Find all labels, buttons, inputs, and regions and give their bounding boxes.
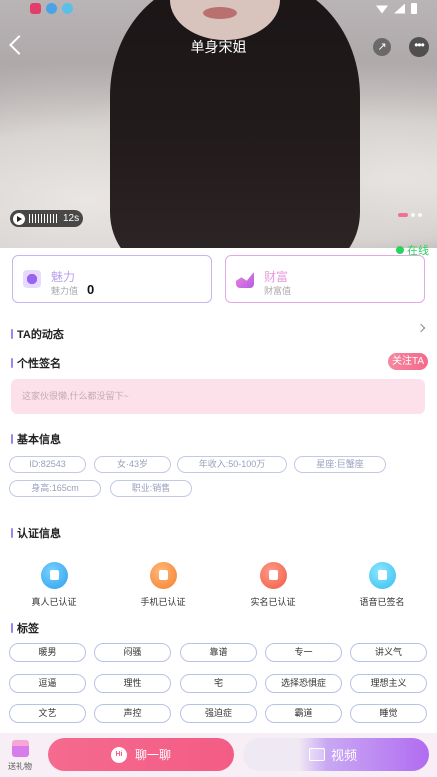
waveform-icon — [29, 214, 59, 223]
app-notification-icon — [46, 3, 57, 14]
wealth-subtitle: 财富值 — [264, 286, 292, 296]
moments-row[interactable]: TA的动态 — [11, 326, 64, 342]
voice-intro-button[interactable]: 12s — [10, 210, 83, 227]
more-icon[interactable]: ••• — [409, 37, 429, 57]
trend-chart-icon — [236, 271, 254, 288]
charm-subtitle: 魅力值 — [51, 286, 79, 296]
tag-chip: 讲义气 — [350, 643, 427, 662]
tag-chip: 逗逼 — [9, 674, 86, 693]
wealth-card[interactable]: 财富 财富值 — [225, 255, 425, 303]
gift-label[interactable]: 送礼物 — [8, 761, 32, 772]
tag-chip: 靠谱 — [180, 643, 257, 662]
info-pill: 职业:销售 — [110, 480, 192, 497]
online-dot-icon — [396, 246, 404, 254]
verify-label: 真人已认证 — [31, 597, 77, 607]
section-bar-icon — [11, 358, 13, 368]
wifi-voice-icon — [368, 562, 396, 589]
pager-dot — [398, 213, 408, 217]
tag-chip: 闷骚 — [94, 643, 171, 662]
chat-bubble-icon: Hi — [110, 746, 127, 763]
tag-chip: 睡觉 — [350, 704, 427, 723]
tag-chip: 强迫症 — [180, 704, 257, 723]
tag-chip: 理性 — [94, 674, 171, 693]
status-bar — [0, 0, 437, 18]
moments-heading: TA的动态 — [17, 329, 64, 341]
shield-icon — [40, 562, 68, 589]
verify-voice: 语音已签名 — [337, 562, 427, 608]
tag-chip: 专一 — [265, 643, 342, 662]
tag-chip: 文艺 — [9, 704, 86, 723]
verify-label: 手机已认证 — [140, 597, 186, 607]
wifi-icon — [376, 5, 388, 14]
verify-real-person: 真人已认证 — [9, 562, 99, 608]
tag-chip: 理想主义 — [350, 674, 427, 693]
video-call-button[interactable]: 视频 — [243, 738, 429, 771]
tags-section: 标签 — [11, 620, 39, 636]
phone-icon — [149, 562, 177, 589]
play-icon — [13, 212, 25, 225]
video-label: 视频 — [331, 748, 358, 763]
signature-text: 这家伙很懒,什么都没留下~ — [11, 379, 425, 414]
verify-label: 语音已签名 — [359, 597, 405, 607]
verification-section: 认证信息 — [11, 525, 61, 541]
pager-dot — [411, 213, 415, 217]
gift-icon[interactable] — [12, 740, 29, 757]
signal-icon — [394, 3, 405, 14]
battery-icon — [411, 3, 417, 14]
heart-rate-icon — [23, 270, 41, 288]
chevron-right-icon[interactable] — [416, 323, 426, 333]
tag-chip: 霸道 — [265, 704, 342, 723]
section-bar-icon — [11, 329, 13, 339]
charm-card[interactable]: 魅力 魅力值 0 — [12, 255, 212, 303]
tag-chip: 选择恐惧症 — [265, 674, 342, 693]
chat-label: 聊一聊 — [134, 748, 171, 762]
signature-section: 个性签名 — [11, 355, 61, 371]
tag-chip: 声控 — [94, 704, 171, 723]
section-bar-icon — [11, 623, 13, 633]
verify-phone: 手机已认证 — [118, 562, 208, 608]
share-icon[interactable]: ↗ — [373, 38, 391, 56]
info-pill: 年收入:50-100万 — [177, 456, 287, 473]
voice-duration: 12s — [63, 213, 80, 224]
charm-title: 魅力 — [51, 270, 76, 284]
info-pill: 星座:巨蟹座 — [294, 456, 386, 473]
wealth-title: 财富 — [264, 270, 289, 284]
info-pill: 身高:165cm — [9, 480, 101, 497]
charm-value: 0 — [87, 282, 95, 297]
basic-info-heading: 基本信息 — [17, 434, 61, 446]
pager-dot — [418, 213, 422, 217]
signature-heading: 个性签名 — [17, 358, 61, 370]
verification-heading: 认证信息 — [17, 528, 61, 540]
tag-chip: 宅 — [180, 674, 257, 693]
section-bar-icon — [11, 528, 13, 538]
section-bar-icon — [11, 434, 13, 444]
follow-button[interactable]: 关注TA — [388, 353, 428, 370]
info-pill: ID:82543 — [9, 456, 86, 473]
id-card-icon — [259, 562, 287, 589]
basic-info-section: 基本信息 — [11, 431, 61, 447]
tag-chip: 暖男 — [9, 643, 86, 662]
tags-heading: 标签 — [17, 623, 39, 635]
verify-label: 实名已认证 — [250, 597, 296, 607]
video-camera-icon — [309, 748, 325, 761]
info-pill: 女·43岁 — [94, 456, 171, 473]
photo-pager — [398, 213, 422, 217]
app-notification-icon — [62, 3, 73, 14]
verify-real-name: 实名已认证 — [228, 562, 318, 608]
page-title: 单身宋姐 — [190, 39, 247, 55]
chat-button[interactable]: Hi 聊一聊 — [48, 738, 234, 771]
app-notification-icon — [30, 3, 41, 14]
